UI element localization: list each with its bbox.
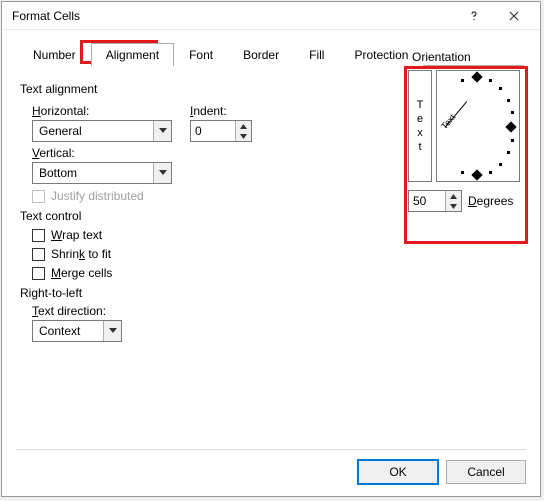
- dial-dot: [499, 87, 502, 90]
- degrees-down[interactable]: [446, 201, 461, 211]
- dial-dot: [511, 139, 514, 142]
- button-separator: [16, 449, 526, 450]
- horizontal-combo[interactable]: General: [32, 120, 172, 142]
- dial-dot: [489, 79, 492, 82]
- dial-text-label: Text: [439, 112, 457, 131]
- indent-label: Indent:: [190, 104, 252, 118]
- help-icon: [469, 11, 479, 21]
- dial-dot: [499, 163, 502, 166]
- dial-dot: [511, 111, 514, 114]
- merge-cells-checkbox[interactable]: Merge cells: [32, 266, 522, 280]
- dial-dot: [461, 171, 464, 174]
- cancel-button[interactable]: Cancel: [446, 460, 526, 484]
- tab-fill[interactable]: Fill: [294, 43, 339, 66]
- indent-spinner[interactable]: 0: [190, 120, 252, 142]
- right-to-left-section-label: Right-to-left: [20, 286, 522, 300]
- indent-down[interactable]: [236, 131, 251, 141]
- tab-number[interactable]: Number: [18, 43, 91, 66]
- dial-marker: [505, 121, 516, 132]
- help-button[interactable]: [454, 4, 494, 28]
- titlebar: Format Cells: [2, 2, 540, 30]
- close-button[interactable]: [494, 4, 534, 28]
- text-direction-value: Context: [33, 324, 103, 338]
- checkbox-icon: [32, 267, 45, 280]
- horizontal-label: Horizontal:document.currentScript.previo…: [32, 104, 172, 118]
- indent-up[interactable]: [236, 121, 251, 131]
- checkbox-icon: [32, 248, 45, 261]
- tab-alignment[interactable]: Alignment: [91, 43, 174, 66]
- vertical-combo[interactable]: Bottom: [32, 162, 172, 184]
- chevron-down-icon: [153, 121, 171, 141]
- dial-marker: [471, 71, 482, 82]
- wrap-text-checkbox[interactable]: Wrap text: [32, 228, 522, 242]
- degrees-up[interactable]: [446, 191, 461, 201]
- text-direction-combo[interactable]: Context: [32, 320, 122, 342]
- degrees-spinner[interactable]: 50: [408, 190, 462, 212]
- dial-dot: [507, 151, 510, 154]
- tab-font[interactable]: Font: [174, 43, 228, 66]
- dial-dot: [507, 99, 510, 102]
- dialog-title: Format Cells: [12, 9, 454, 23]
- text-direction-label: Text direction:: [32, 304, 522, 318]
- orientation-vertical-text[interactable]: Text: [408, 70, 432, 182]
- orientation-label: Orientation: [412, 50, 522, 64]
- degrees-value: 50: [409, 191, 445, 211]
- button-bar: OK Cancel: [358, 460, 526, 484]
- chevron-down-icon: [103, 321, 121, 341]
- orientation-dial[interactable]: Text: [436, 70, 520, 182]
- format-cells-dialog: Format Cells Number Alignment Font Borde…: [1, 1, 541, 497]
- vertical-value: Bottom: [33, 166, 153, 180]
- close-icon: [509, 11, 519, 21]
- shrink-to-fit-checkbox[interactable]: Shrink to fit: [32, 247, 522, 261]
- dial-dot: [489, 171, 492, 174]
- indent-value: 0: [191, 121, 235, 141]
- orientation-section: Orientation Text Text: [408, 50, 522, 212]
- dial-marker: [471, 169, 482, 180]
- chevron-down-icon: [153, 163, 171, 183]
- tab-border[interactable]: Border: [228, 43, 294, 66]
- horizontal-value: General: [33, 124, 153, 138]
- checkbox-icon: [32, 229, 45, 242]
- dial-dot: [461, 79, 464, 82]
- checkbox-icon: [32, 190, 45, 203]
- ok-button[interactable]: OK: [358, 460, 438, 484]
- degrees-label: Degrees: [468, 194, 513, 208]
